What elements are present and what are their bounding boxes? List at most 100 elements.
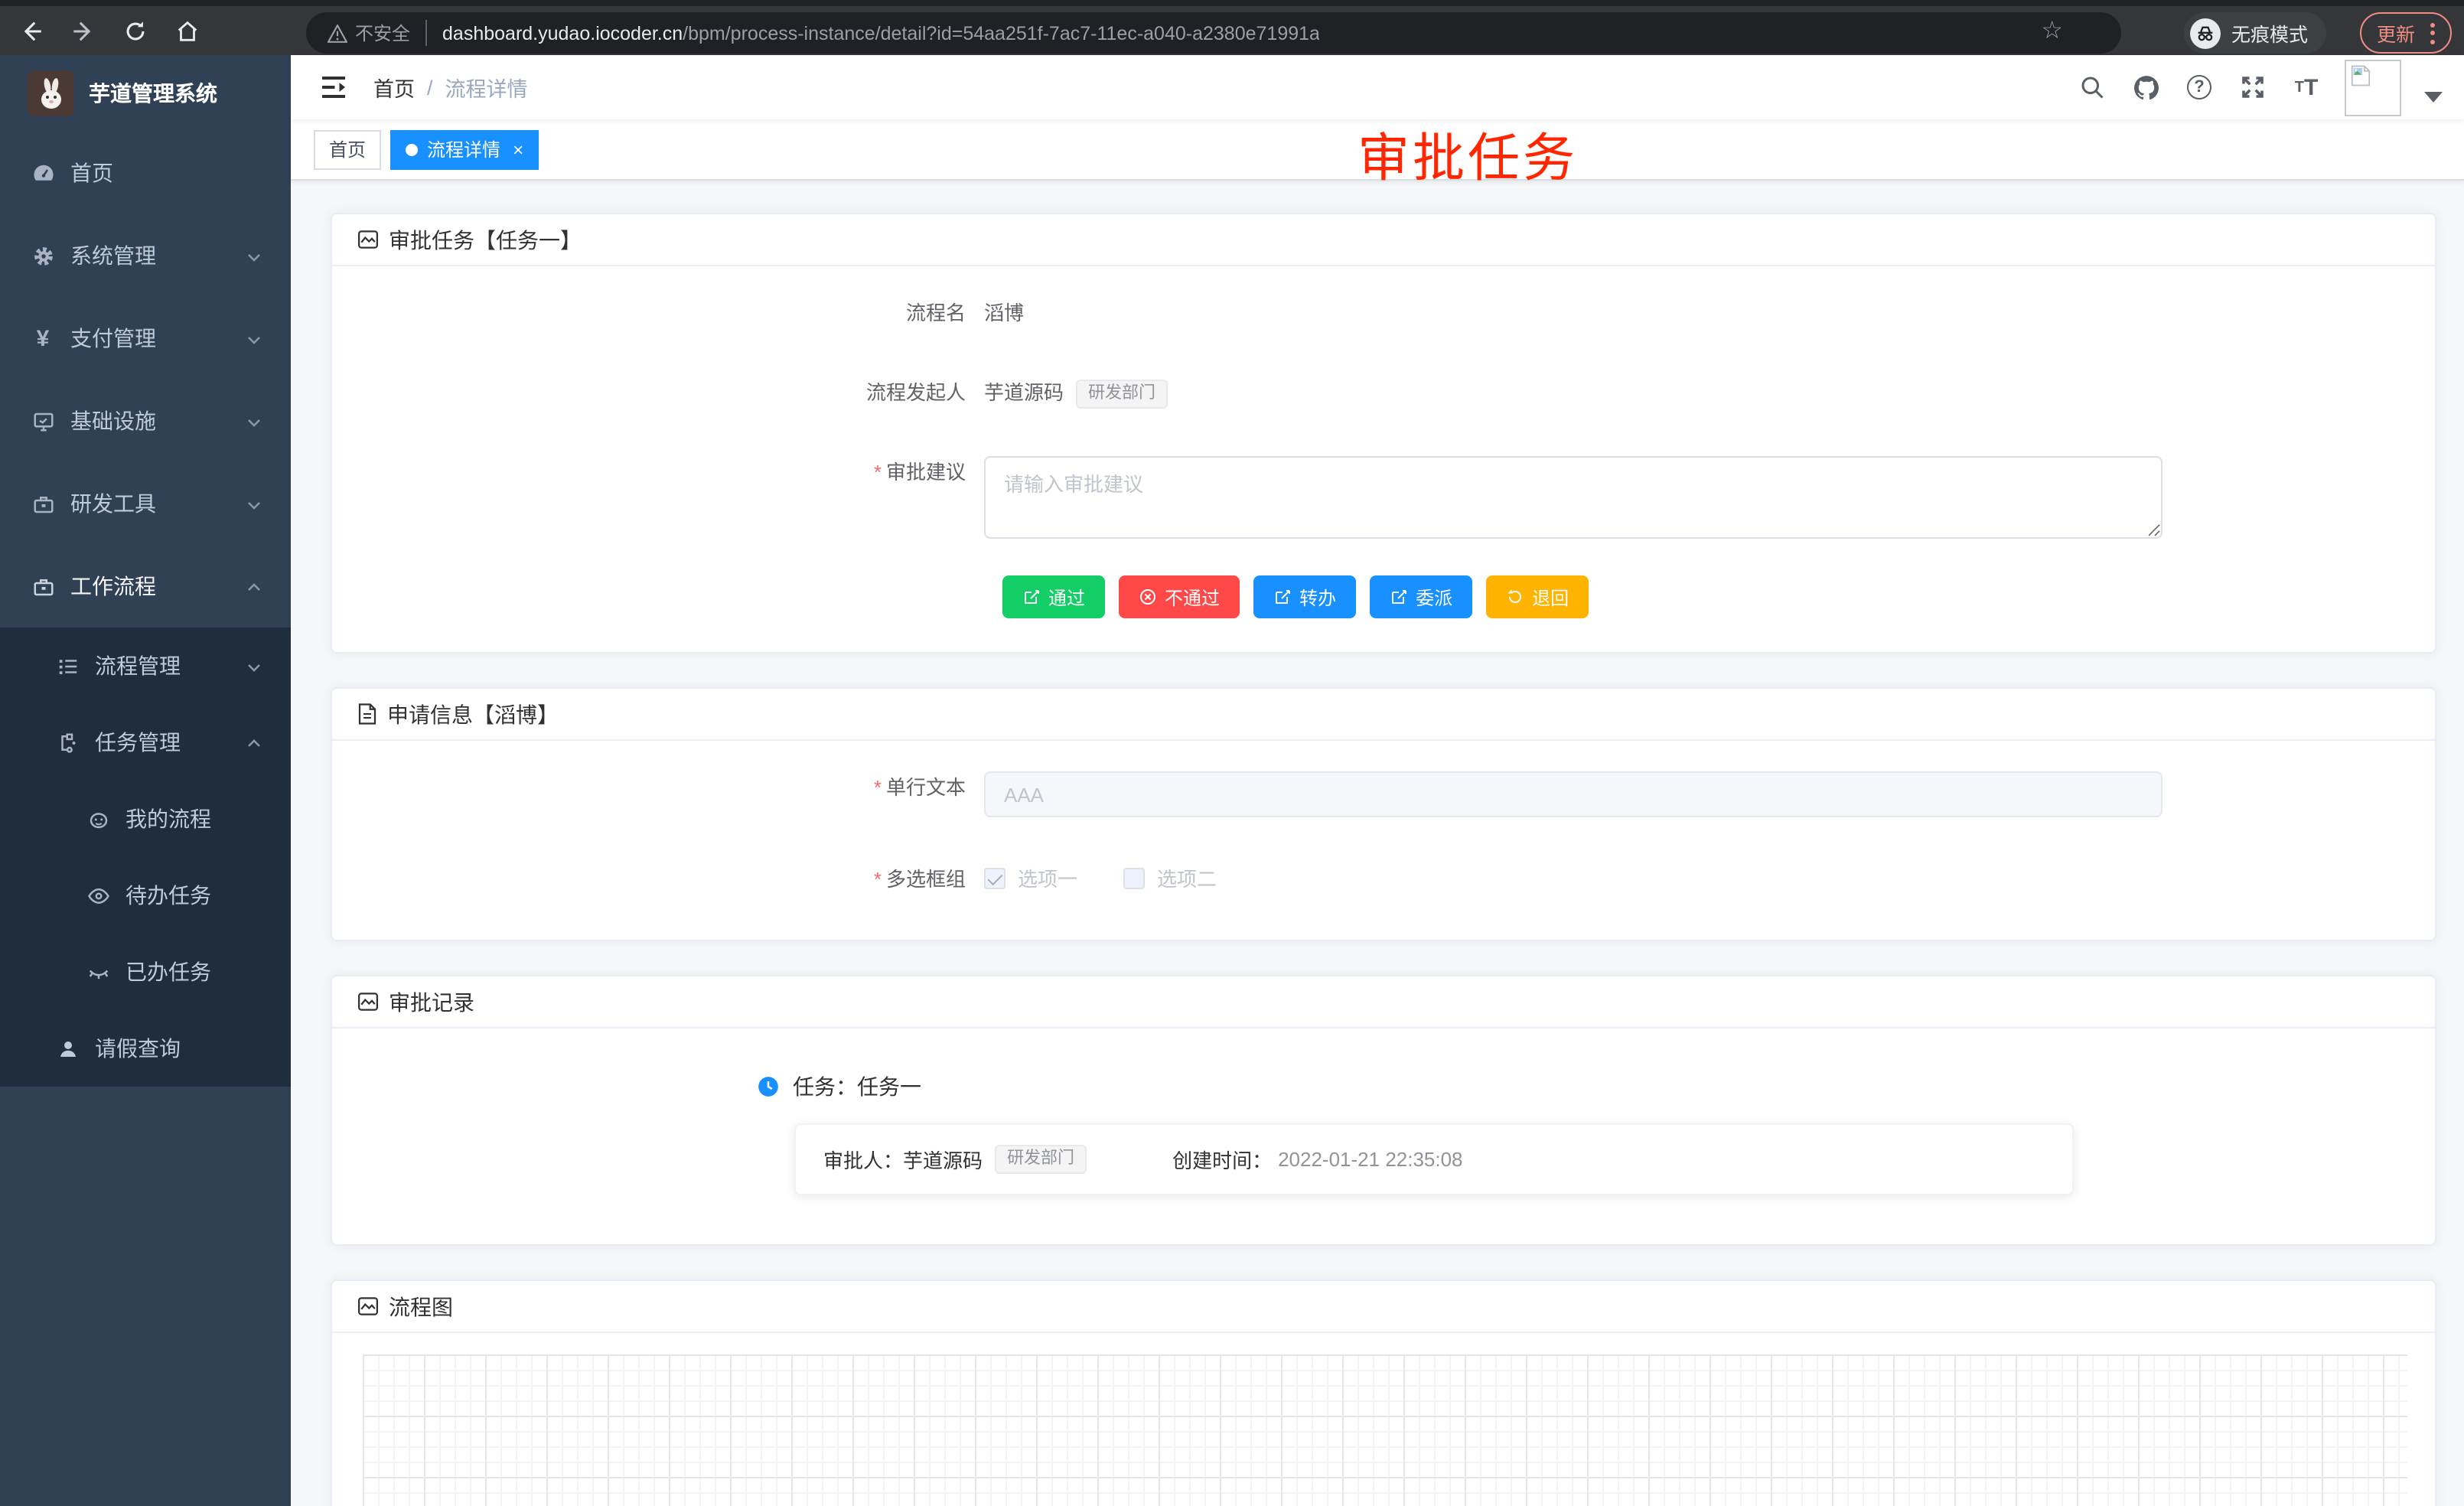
tab-process-detail[interactable]: 流程详情 ×: [390, 129, 539, 169]
avatar[interactable]: [2345, 59, 2401, 116]
page-header: 首页 / 流程详情 ? TT: [291, 55, 2464, 119]
record-detail-card: 审批人： 芋道源码 研发部门 创建时间： 2022-01-21 22:35:08: [794, 1123, 2074, 1195]
search-icon[interactable]: [2077, 72, 2107, 103]
return-button[interactable]: 退回: [1486, 575, 1589, 618]
font-size-icon[interactable]: TT: [2291, 72, 2322, 103]
tab-close-icon[interactable]: ×: [513, 139, 523, 160]
sidebar-item-done-tasks[interactable]: 已办任务: [0, 934, 291, 1010]
diagram-card-header: 流程图: [332, 1281, 2435, 1333]
breadcrumb-current: 流程详情: [445, 72, 528, 103]
single-text-row: *单行文本: [363, 771, 2404, 817]
chevron-down-icon: [245, 246, 263, 271]
sidebar-item-home[interactable]: 首页: [0, 132, 291, 214]
forward-icon[interactable]: [61, 9, 104, 52]
tree-icon: [55, 730, 80, 755]
picture-icon: [357, 990, 380, 1013]
approval-record-card: 审批记录 任务：任务一 审批人： 芋道源码 研发部门 创建时间：: [331, 975, 2436, 1246]
annotation-text: 审批任务: [1357, 116, 1578, 191]
transfer-button[interactable]: 转办: [1253, 575, 1356, 618]
rabbit-logo-icon: [28, 70, 73, 116]
chevron-down-icon: [245, 657, 263, 681]
breadcrumb-home[interactable]: 首页: [373, 72, 415, 103]
sidebar-item-leave-query[interactable]: 请假查询: [0, 1010, 291, 1087]
record-card-title: 审批记录: [389, 986, 474, 1017]
reload-icon[interactable]: [113, 9, 156, 52]
main-area: 首页 / 流程详情 ? TT: [291, 55, 2464, 1506]
sidebar-item-process-mgmt[interactable]: 流程管理: [0, 628, 291, 704]
avatar-caret-icon[interactable]: [2424, 91, 2443, 102]
sidebar-item-workflow[interactable]: 工作流程: [0, 545, 291, 628]
sidebar-collapse-icon[interactable]: [312, 66, 355, 109]
chevron-down-icon: [245, 329, 263, 354]
clock-icon: [758, 1076, 779, 1097]
checkbox-checked-icon: [984, 867, 1005, 888]
browser-update-button[interactable]: 更新: [2360, 12, 2452, 54]
url-host: dashboard.yudao.iocoder.cn: [442, 22, 683, 44]
help-icon[interactable]: ?: [2184, 72, 2215, 103]
page-content: 审批任务【任务一】 流程名 滔博 流程发起人 芋道源码 研发部门: [291, 181, 2464, 1506]
dashboard-icon: [31, 161, 55, 185]
approve-button[interactable]: 通过: [1002, 575, 1105, 618]
process-name-row: 流程名 滔博: [363, 297, 2404, 331]
sidebar-item-infra[interactable]: 基础设施: [0, 380, 291, 462]
url-bar[interactable]: 不安全 dashboard.yudao.iocoder.cn/bpm/proce…: [306, 12, 2121, 54]
dept-tag: 研发部门: [1076, 379, 1168, 408]
bookmark-star-icon[interactable]: ☆: [2041, 17, 2063, 47]
created-label: 创建时间：: [1172, 1145, 1272, 1174]
chevron-down-icon: [245, 412, 263, 436]
browser-chrome: 不安全 dashboard.yudao.iocoder.cn/bpm/proce…: [0, 0, 2464, 55]
chevron-up-icon: [245, 733, 263, 758]
eye-closed-icon: [86, 960, 110, 984]
checkbox-group: 选项一 选项二: [984, 863, 1263, 892]
app-logo[interactable]: 芋道管理系统: [0, 55, 291, 132]
incognito-icon: [2190, 18, 2221, 48]
back-icon[interactable]: [9, 9, 52, 52]
sidebar-item-devtools[interactable]: 研发工具: [0, 462, 291, 545]
dept-tag: 研发部门: [995, 1145, 1087, 1174]
sidebar-item-system[interactable]: 系统管理: [0, 214, 291, 297]
approval-task-card: 审批任务【任务一】 流程名 滔博 流程发起人 芋道源码 研发部门: [331, 213, 2436, 654]
sidebar-item-payment[interactable]: ¥ 支付管理: [0, 297, 291, 380]
tab-home[interactable]: 首页: [314, 129, 381, 169]
warning-icon: [328, 24, 347, 42]
process-diagram-card: 流程图: [331, 1279, 2436, 1506]
approval-card-title: 审批任务【任务一】: [389, 224, 582, 255]
checkbox-group-row: *多选框组 选项一 选项二: [363, 863, 2404, 897]
sidebar-item-todo-tasks[interactable]: 待办任务: [0, 857, 291, 934]
chevron-up-icon: [245, 577, 263, 601]
reject-button[interactable]: 不通过: [1119, 575, 1240, 618]
delegate-button[interactable]: 委派: [1370, 575, 1472, 618]
diagram-card-title: 流程图: [389, 1291, 453, 1322]
workflow-submenu: 流程管理 任务管理 我的流程: [0, 628, 291, 1087]
circle-close-icon: [1139, 588, 1157, 606]
picture-icon: [357, 1295, 380, 1318]
created-time: 2022-01-21 22:35:08: [1278, 1148, 1462, 1171]
breadcrumb: 首页 / 流程详情: [373, 72, 528, 103]
github-icon[interactable]: [2130, 72, 2161, 103]
sidebar-item-my-process[interactable]: 我的流程: [0, 781, 291, 857]
home-icon[interactable]: [165, 9, 208, 52]
picture-icon: [357, 228, 380, 251]
page: 不安全 dashboard.yudao.iocoder.cn/bpm/proce…: [0, 0, 2464, 1506]
edit-icon: [1390, 588, 1408, 606]
face-icon: [86, 807, 110, 831]
process-name-value: 滔博: [984, 297, 1024, 331]
approval-suggestion-input[interactable]: [984, 456, 2163, 539]
initiator-value: 芋道源码: [984, 376, 1064, 410]
approver-name: 芋道源码: [903, 1145, 983, 1174]
security-status[interactable]: 不安全: [328, 20, 427, 46]
sidebar-menu: 首页 系统管理 ¥ 支付管理 基础设施: [0, 132, 291, 1087]
apply-info-card: 申请信息【滔博】 *单行文本 *多选框组 选项一: [331, 687, 2436, 941]
single-text-input: [984, 771, 2163, 817]
browser-menu-icon[interactable]: [2430, 22, 2435, 44]
bpmn-canvas[interactable]: [363, 1354, 2407, 1506]
edit-icon: [1022, 588, 1041, 606]
broken-image-icon: [2349, 64, 2372, 86]
sidebar-item-task-mgmt[interactable]: 任务管理: [0, 704, 291, 781]
record-card-header: 审批记录: [332, 976, 2435, 1028]
fullscreen-icon[interactable]: [2237, 72, 2268, 103]
header-actions: ? TT: [2077, 55, 2443, 119]
approval-actions: 通过 不通过 转办 委派: [1002, 575, 2404, 618]
refresh-icon: [1506, 588, 1524, 606]
edit-icon: [1273, 588, 1292, 606]
